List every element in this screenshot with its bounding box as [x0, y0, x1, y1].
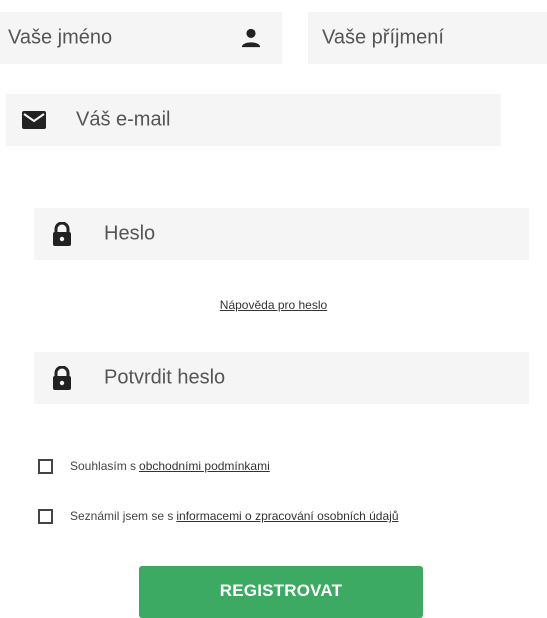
terms-row: Souhlasím s obchodními podmínkami	[38, 456, 270, 476]
first-name-placeholder: Vaše jméno	[8, 26, 113, 49]
password-field[interactable]: Heslo	[34, 208, 529, 260]
password-placeholder: Heslo	[104, 222, 156, 245]
first-name-field[interactable]: Vaše jméno	[0, 12, 282, 64]
terms-prefix: Souhlasím s	[70, 459, 137, 473]
email-field[interactable]: Váš e-mail	[6, 94, 501, 146]
privacy-link[interactable]: informacemi o zpracování osobních údajů	[176, 509, 398, 523]
lock-icon	[53, 222, 71, 246]
last-name-placeholder: Vaše příjmení	[322, 26, 444, 49]
privacy-prefix: Seznámil jsem se s	[70, 509, 174, 523]
register-button[interactable]: REGISTROVAT	[139, 566, 423, 618]
privacy-checkbox[interactable]	[38, 508, 53, 524]
terms-checkbox[interactable]	[38, 458, 53, 474]
confirm-password-placeholder: Potvrdit heslo	[104, 366, 226, 389]
terms-link[interactable]: obchodními podmínkami	[139, 459, 270, 473]
lock-icon	[53, 366, 71, 390]
password-help-link[interactable]: Nápověda pro heslo	[220, 298, 327, 312]
confirm-password-field[interactable]: Potvrdit heslo	[34, 352, 529, 404]
password-help-link-row: Nápověda pro heslo	[0, 298, 547, 312]
email-placeholder: Váš e-mail	[76, 108, 171, 131]
person-icon	[241, 28, 261, 48]
last-name-field[interactable]: Vaše příjmení	[308, 12, 547, 64]
envelope-icon	[22, 111, 46, 129]
privacy-row: Seznámil jsem se s informacemi o zpracov…	[38, 506, 399, 526]
